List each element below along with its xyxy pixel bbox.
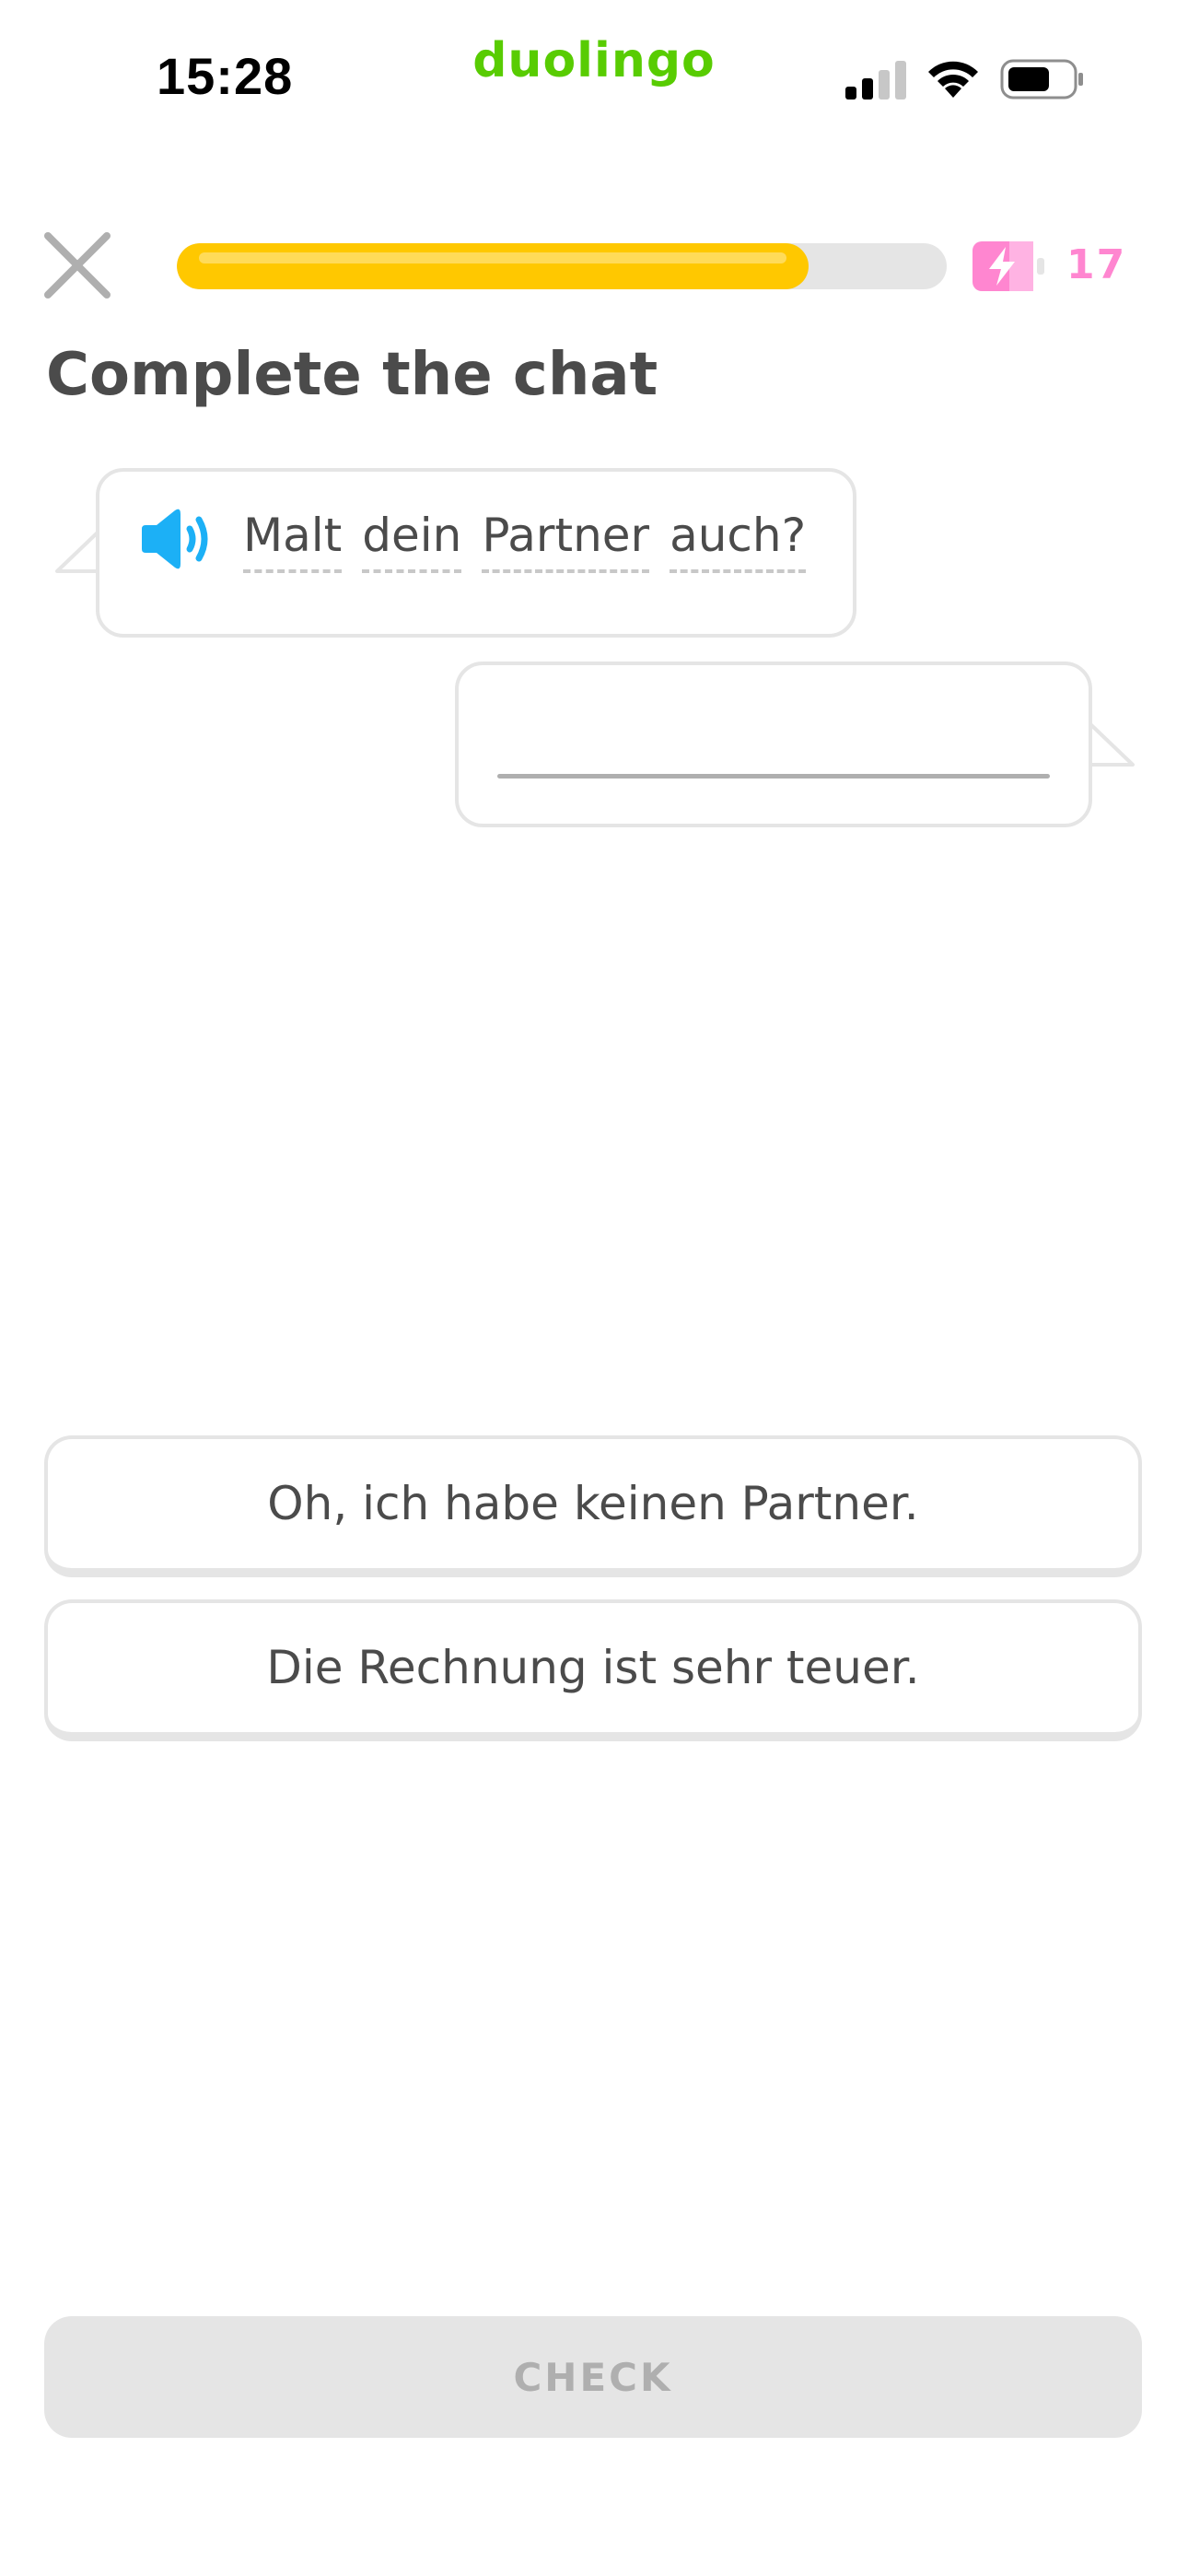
answer-blank-line [497,774,1050,779]
prompt-sentence: Malt dein Partner auch? [243,509,807,573]
lesson-progress-fill [177,243,809,289]
signal-icon [845,61,906,100]
prompt-word[interactable]: Malt [243,509,343,573]
prompt-word[interactable]: dein [362,509,462,573]
lesson-progress-bar [177,243,947,289]
speaker-icon[interactable] [138,509,214,569]
prompt-word[interactable]: auch? [670,509,807,573]
wifi-icon [928,61,978,98]
status-bar: 15:28 duolingo [0,0,1188,157]
check-button[interactable]: CHECK [44,2316,1142,2438]
close-icon[interactable] [42,230,112,300]
energy-icon [973,241,1044,291]
answer-option[interactable]: Die Rechnung ist sehr teuer. [44,1599,1142,1741]
answer-option[interactable]: Oh, ich habe keinen Partner. [44,1435,1142,1577]
prompt-word[interactable]: Partner [482,509,650,573]
answer-bubble-tail [1089,722,1135,767]
progress-highlight [199,252,786,263]
answer-bubble[interactable] [455,662,1092,827]
page-title: Complete the chat [46,341,658,409]
battery-icon [1000,59,1083,100]
energy-count: 17 [1066,241,1127,288]
